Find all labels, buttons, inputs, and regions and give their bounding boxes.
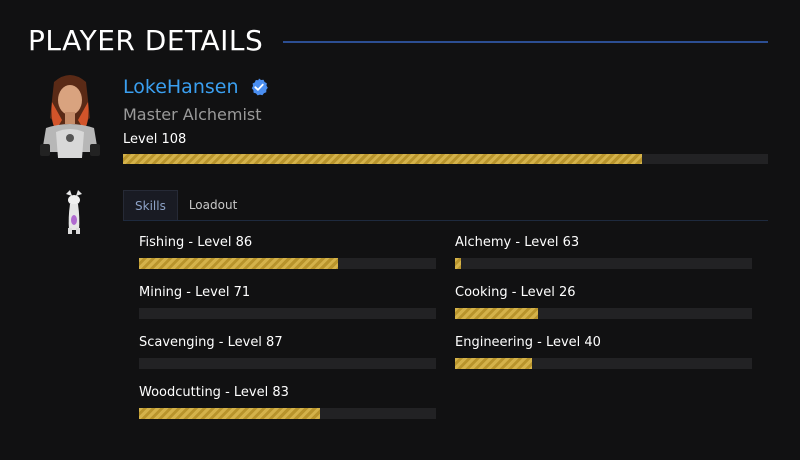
skill-progress-fill — [139, 258, 338, 269]
skill-item-engineering: Engineering - Level 40 — [455, 335, 752, 369]
player-name-row: LokeHansen — [123, 74, 768, 100]
tab-skills[interactable]: Skills — [123, 190, 178, 220]
skill-progress-bar — [139, 358, 436, 369]
page-title: PLAYER DETAILS — [28, 23, 264, 57]
skill-progress-bar — [455, 258, 752, 269]
player-profile: LokeHansen Master Alchemist Level 108 — [123, 74, 768, 164]
skill-item-scavenging: Scavenging - Level 87 — [139, 335, 436, 369]
page-header: PLAYER DETAILS — [28, 22, 768, 58]
skill-item-mining: Mining - Level 71 — [139, 285, 436, 319]
skill-item-alchemy: Alchemy - Level 63 — [455, 235, 752, 269]
player-name: LokeHansen — [123, 76, 239, 98]
skill-label: Scavenging - Level 87 — [139, 335, 283, 350]
skill-item-woodcutting: Woodcutting - Level 83 — [139, 385, 436, 419]
player-level-progress-fill — [123, 154, 643, 164]
skill-label: Fishing - Level 86 — [139, 235, 253, 250]
skill-progress-bar — [139, 408, 436, 419]
skill-progress-fill — [455, 308, 539, 319]
detail-tabs: Skills Loadout — [123, 190, 768, 221]
skill-item-cooking: Cooking - Level 26 — [455, 285, 752, 319]
skill-progress-fill — [455, 258, 461, 269]
skill-progress-fill — [139, 408, 321, 419]
pet-icon — [60, 188, 88, 236]
player-level-label: Level 108 — [123, 132, 187, 147]
skill-label: Mining - Level 71 — [139, 285, 251, 300]
skill-progress-bar — [455, 358, 752, 369]
skills-grid: Fishing - Level 86 Alchemy - Level 63 Mi… — [139, 235, 752, 419]
skill-label: Alchemy - Level 63 — [455, 235, 580, 250]
skill-progress-bar — [455, 308, 752, 319]
tab-loadout[interactable]: Loadout — [178, 190, 248, 219]
skill-label: Engineering - Level 40 — [455, 335, 601, 350]
skill-label: Cooking - Level 26 — [455, 285, 576, 300]
player-level-progress-bar — [123, 154, 768, 164]
header-divider — [283, 41, 768, 43]
player-title: Master Alchemist — [123, 105, 262, 124]
skill-progress-bar — [139, 258, 436, 269]
skill-progress-bar — [139, 308, 436, 319]
player-avatar — [36, 72, 104, 162]
skill-label: Woodcutting - Level 83 — [139, 385, 289, 400]
verified-check-icon — [250, 78, 268, 96]
skill-progress-fill — [455, 358, 533, 369]
skill-item-fishing: Fishing - Level 86 — [139, 235, 436, 269]
